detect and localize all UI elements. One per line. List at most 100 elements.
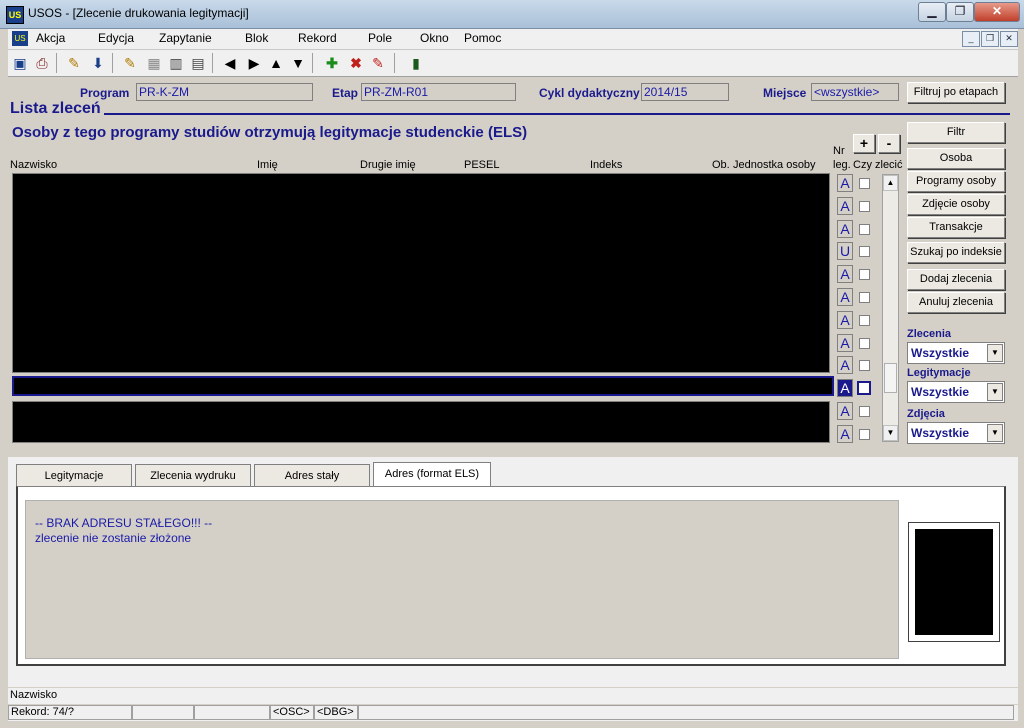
menu-okno[interactable]: Okno (420, 31, 449, 45)
filter-by-stages-button[interactable]: Filtruj po etapach (907, 82, 1005, 103)
szukaj-po-indeksie-button[interactable]: Szukaj po indeksie (907, 242, 1005, 263)
selected-record-row[interactable] (12, 376, 834, 396)
query-enter-icon[interactable]: ✎ (120, 53, 140, 73)
leg-status-cell[interactable]: A (837, 265, 853, 283)
leg-status-cell[interactable]: A (837, 288, 853, 306)
miejsce-field[interactable]: <wszystkie> (811, 83, 899, 101)
col-header-indeks: Indeks (590, 159, 623, 171)
osoba-button[interactable]: Osoba (907, 148, 1005, 169)
menu-rekord[interactable]: Rekord (298, 31, 337, 45)
mdi-close-button[interactable]: ✕ (1000, 31, 1018, 47)
order-checkbox[interactable] (859, 201, 870, 212)
previous-record-icon[interactable]: ▲ (266, 53, 286, 73)
query-execute-icon[interactable]: ▦ (144, 53, 164, 73)
order-checkbox[interactable] (859, 246, 870, 257)
scroll-thumb[interactable] (884, 363, 897, 393)
mdi-app-icon[interactable]: US (12, 31, 28, 46)
title-bar: US USOS - [Zlecenie drukowania legitymac… (0, 0, 1024, 29)
col-header-pesel: PESEL (464, 159, 500, 171)
clear-record-icon[interactable]: ✎ (368, 53, 388, 73)
hint-bar: Nazwisko (8, 688, 1018, 704)
order-checkbox[interactable] (859, 360, 870, 371)
leg-status-cell[interactable]: A (837, 334, 853, 352)
filtr-button[interactable]: Filtr (907, 122, 1005, 143)
leg-status-cell[interactable]: A (837, 402, 853, 420)
toolbar-separator (212, 53, 213, 73)
close-button[interactable]: ✕ (974, 2, 1020, 22)
save-icon[interactable]: ▣ (10, 53, 30, 73)
records-scrollbar[interactable]: ▲ ▼ (882, 174, 899, 442)
leg-status-cell[interactable]: A (837, 425, 853, 443)
cykl-field[interactable]: 2014/15 (641, 83, 729, 101)
menu-akcja[interactable]: Akcja (36, 31, 65, 45)
tab-zlecenia-wydruku[interactable]: Zlecenia wydruku (135, 464, 251, 486)
tab-legitymacje[interactable]: Legitymacje (16, 464, 132, 486)
zlecenia-select[interactable]: Wszystkie ▼ (907, 342, 1005, 364)
col-header-drugie-imie: Drugie imię (360, 159, 416, 171)
order-checkbox[interactable] (859, 429, 870, 440)
address-warning: -- BRAK ADRESU STAŁEGO!!! -- (35, 516, 213, 530)
mdi-minimize-button[interactable]: _ (962, 31, 980, 47)
delete-record-icon[interactable]: ✖ (346, 53, 366, 73)
download-arrow-icon[interactable]: ⬇ (88, 53, 108, 73)
chevron-down-icon[interactable]: ▼ (987, 424, 1003, 442)
order-checkbox[interactable] (859, 338, 870, 349)
edit-pencil-icon[interactable]: ✎ (64, 53, 84, 73)
menu-blok[interactable]: Blok (245, 31, 268, 45)
remove-row-button[interactable]: - (878, 134, 900, 153)
menu-pole[interactable]: Pole (368, 31, 392, 45)
insert-record-icon[interactable]: ✚ (322, 53, 342, 73)
program-field[interactable]: PR-K-ZM (136, 83, 313, 101)
add-row-button[interactable]: + (853, 134, 875, 153)
mdi-restore-button[interactable]: ❐ (981, 31, 999, 47)
fetch-all-icon[interactable]: ▤ (188, 53, 208, 73)
order-checkbox[interactable] (859, 406, 870, 417)
toolbar-separator (394, 53, 395, 73)
maximize-button[interactable]: ❐ (946, 2, 974, 22)
previous-block-icon[interactable]: ◀ (220, 53, 240, 73)
leg-status-cell[interactable]: A (837, 356, 853, 374)
program-label: Program (80, 86, 130, 100)
anuluj-zlecenia-button[interactable]: Anuluj zlecenia (907, 292, 1005, 313)
leg-status-cell[interactable]: A (837, 174, 853, 192)
exit-door-icon[interactable]: ▮ (406, 53, 426, 73)
toolbar-separator (312, 53, 313, 73)
status-cell (194, 705, 270, 720)
tab-adres-format-els[interactable]: Adres (format ELS) (373, 462, 491, 486)
programy-osoby-button[interactable]: Programy osoby (907, 171, 1005, 192)
next-record-icon[interactable]: ▼ (288, 53, 308, 73)
app-icon: US (6, 6, 24, 24)
chevron-down-icon[interactable]: ▼ (987, 344, 1003, 362)
order-checkbox[interactable] (859, 315, 870, 326)
order-checkbox[interactable] (859, 224, 870, 235)
transakcje-button[interactable]: Transakcje (907, 217, 1005, 238)
records-grid-redacted[interactable] (12, 173, 830, 373)
order-checkbox[interactable] (857, 381, 871, 395)
next-block-icon[interactable]: ▶ (244, 53, 264, 73)
scroll-up-icon[interactable]: ▲ (883, 175, 898, 191)
leg-status-cell[interactable]: A (837, 220, 853, 238)
order-checkbox[interactable] (859, 269, 870, 280)
order-checkbox[interactable] (859, 178, 870, 189)
zdjecia-select[interactable]: Wszystkie ▼ (907, 422, 1005, 444)
leg-status-cell[interactable]: A (837, 311, 853, 329)
col-header-ob: Ob. (712, 159, 730, 171)
menu-edycja[interactable]: Edycja (98, 31, 134, 45)
tab-adres-staly[interactable]: Adres stały (254, 464, 370, 486)
order-checkbox[interactable] (859, 292, 870, 303)
zdjecie-osoby-button[interactable]: Zdjęcie osoby (907, 194, 1005, 215)
scroll-down-icon[interactable]: ▼ (883, 425, 898, 441)
minimize-button[interactable]: ▁ (918, 2, 946, 22)
dodaj-zlecenia-button[interactable]: Dodaj zlecenia (907, 269, 1005, 290)
chevron-down-icon[interactable]: ▼ (987, 383, 1003, 401)
legitymacje-select[interactable]: Wszystkie ▼ (907, 381, 1005, 403)
leg-status-cell[interactable]: A (837, 197, 853, 215)
records-grid-redacted-lower[interactable] (12, 401, 830, 443)
etap-field[interactable]: PR-ZM-R01 (361, 83, 516, 101)
count-hits-icon[interactable]: ▥ (166, 53, 186, 73)
leg-status-cell[interactable]: U (837, 242, 853, 260)
leg-status-cell[interactable]: A (837, 379, 853, 397)
print-icon[interactable]: ⎙ (32, 53, 52, 73)
menu-pomoc[interactable]: Pomoc (464, 31, 501, 45)
menu-zapytanie[interactable]: Zapytanie (159, 31, 212, 45)
